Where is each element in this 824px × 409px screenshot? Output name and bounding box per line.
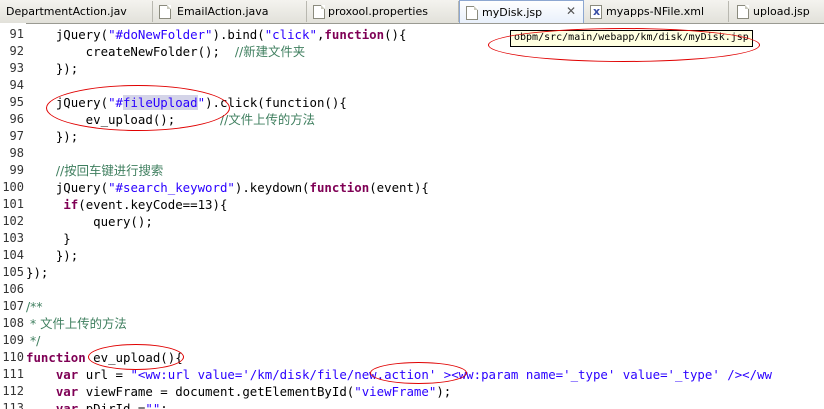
jsp-file-icon <box>737 5 749 19</box>
line-number: 105 <box>2 265 24 279</box>
line-number: 93 <box>9 61 24 75</box>
code-line-95: jQuery("#fileUpload").click(function(){ <box>26 95 347 110</box>
tab-label: myDisk.jsp <box>482 6 543 19</box>
code-line-103: } <box>26 231 71 246</box>
code-line-109: */ <box>26 333 41 348</box>
code-line-97: }); <box>26 129 79 144</box>
line-number: 104 <box>2 248 24 262</box>
text-file-icon <box>313 5 325 19</box>
code-line-105: }); <box>26 265 49 280</box>
line-number: 103 <box>2 231 24 245</box>
line-number: 98 <box>9 146 24 160</box>
line-number: 113 <box>2 401 24 409</box>
code-line-108: * 文件上传的方法 <box>26 316 127 331</box>
editor-tab-bar: DepartmentAction.jav EmailAction.java pr… <box>0 0 824 24</box>
line-number: 106 <box>2 282 24 296</box>
line-number: 92 <box>9 44 24 58</box>
tab-label: DepartmentAction.jav <box>6 5 127 18</box>
code-line-111: var url = "<ww:url value='/km/disk/file/… <box>55 367 772 382</box>
xml-file-icon: x <box>590 5 602 19</box>
line-number: 102 <box>2 214 24 228</box>
code-line-92: createNewFolder(); //新建文件夹 <box>26 44 306 59</box>
code-line-113: var pDirId =""; <box>55 401 168 409</box>
code-line-112: var viewFrame = document.getElementById(… <box>55 384 452 399</box>
line-number: 101 <box>2 197 24 211</box>
line-number: 95 <box>9 95 24 109</box>
line-number: 112 <box>2 384 24 398</box>
file-path-tooltip: obpm/src/main/webapp/km/disk/myDisk.jsp <box>510 30 753 47</box>
code-line-93: }); <box>26 61 79 76</box>
tab-mydisk-jsp[interactable]: myDisk.jsp ✕ <box>459 0 584 23</box>
tab-label: proxool.properties <box>328 5 428 18</box>
code-line-104: }); <box>26 248 79 263</box>
jsp-file-icon <box>466 6 478 20</box>
line-number: 111 <box>2 367 24 381</box>
code-line-110: function ev_upload(){ <box>26 350 183 365</box>
selected-identifier: fileUpload <box>122 95 198 110</box>
tab-emailaction[interactable]: EmailAction.java <box>153 1 307 22</box>
line-number: 96 <box>9 112 24 126</box>
code-editor[interactable]: 91 92 93 94 95 96 97 98 99 100 101 102 1… <box>0 23 824 409</box>
line-number: 107 <box>2 299 24 313</box>
tab-proxool-properties[interactable]: proxool.properties <box>307 1 459 22</box>
line-number: 108 <box>2 316 24 330</box>
tab-label: myapps-NFile.xml <box>606 5 705 18</box>
tab-label: EmailAction.java <box>177 5 269 18</box>
code-line-96: ev_upload(); //文件上传的方法 <box>26 112 316 127</box>
tab-upload-jsp[interactable]: upload.jsp <box>729 1 824 22</box>
code-line-100: jQuery("#search_keyword").keydown(functi… <box>26 180 429 195</box>
line-number: 99 <box>9 163 24 177</box>
line-number: 91 <box>9 27 24 41</box>
tab-myapps-nfile-xml[interactable]: x myapps-NFile.xml <box>584 1 729 22</box>
line-number: 109 <box>2 333 24 347</box>
tab-label: upload.jsp <box>753 5 810 18</box>
code-line-99: //按回车键进行搜索 <box>55 163 164 178</box>
line-number-gutter: 91 92 93 94 95 96 97 98 99 100 101 102 1… <box>0 23 26 409</box>
line-number: 100 <box>2 180 24 194</box>
close-icon[interactable]: ✕ <box>565 5 577 17</box>
code-line-101: if(event.keyCode==13){ <box>63 197 228 212</box>
code-line-102: query(); <box>26 214 153 229</box>
line-number: 110 <box>2 350 24 364</box>
line-number: 97 <box>9 129 24 143</box>
line-number: 94 <box>9 78 24 92</box>
code-line-91: jQuery("#doNewFolder").bind("click",func… <box>26 27 407 42</box>
java-file-icon <box>159 5 171 19</box>
tab-departmentaction[interactable]: DepartmentAction.jav <box>0 1 153 22</box>
code-line-107: /** <box>26 299 43 314</box>
